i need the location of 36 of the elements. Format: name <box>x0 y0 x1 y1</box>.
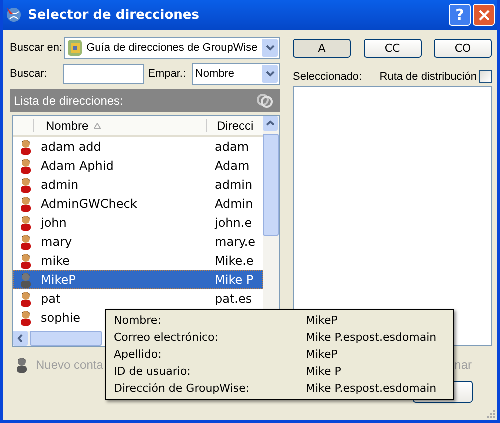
address-cell-text: mary.e <box>215 234 257 248</box>
address-cell-text: john.e <box>215 216 254 230</box>
address-cell-text: admin <box>215 178 254 192</box>
field-label: Empar.: <box>148 68 188 80</box>
name-cell-text: mary <box>40 234 72 248</box>
tooltip-label: Nombre: <box>114 314 162 327</box>
tooltip-value: MikeP <box>306 314 338 327</box>
name-cell-text: mike <box>40 254 70 268</box>
checkbox-label: Ruta de distribución <box>380 70 477 82</box>
name-cell-text: pat <box>40 292 61 306</box>
name-cell-text: adam add <box>40 140 102 154</box>
address-cell-text: adam <box>215 140 250 154</box>
list-title: Lista de direcciones: <box>14 94 124 108</box>
tooltip-value: MikeP <box>306 348 338 361</box>
address-cell-text: Admin <box>215 196 254 210</box>
field-label: Buscar: <box>10 68 48 80</box>
address-cell-text: Mike.e <box>215 254 255 268</box>
name-cell-text: AdminGWCheck <box>40 196 138 210</box>
address-cell-text: Adam <box>215 158 251 172</box>
tooltip-value: Mike P <box>306 365 342 378</box>
tooltip-value: Mike P.espost.esdomain <box>306 382 437 395</box>
address-cell-text: Mike P <box>215 272 255 286</box>
field-label: Buscar en: <box>10 42 64 54</box>
window-title: Selector de direcciones <box>28 8 200 22</box>
name-cell-text: sophie <box>40 310 81 324</box>
name-cell-text: admin <box>40 178 79 192</box>
name-cell-text: Adam Aphid <box>40 158 114 172</box>
tooltip-label: Apellido: <box>114 348 162 361</box>
name-cell-text: MikeP <box>40 272 76 286</box>
tooltip-value: Mike P.espost.esdomain <box>306 331 437 344</box>
tooltip-label: ID de usuario: <box>114 365 191 378</box>
tooltip-label: Correo electrónico: <box>114 331 218 344</box>
name-cell-text: john <box>40 216 67 230</box>
field-label: Seleccionado: <box>293 70 362 82</box>
address-cell-text: pat.es <box>215 292 254 306</box>
tooltip-label: Dirección de GroupWise: <box>114 382 250 395</box>
